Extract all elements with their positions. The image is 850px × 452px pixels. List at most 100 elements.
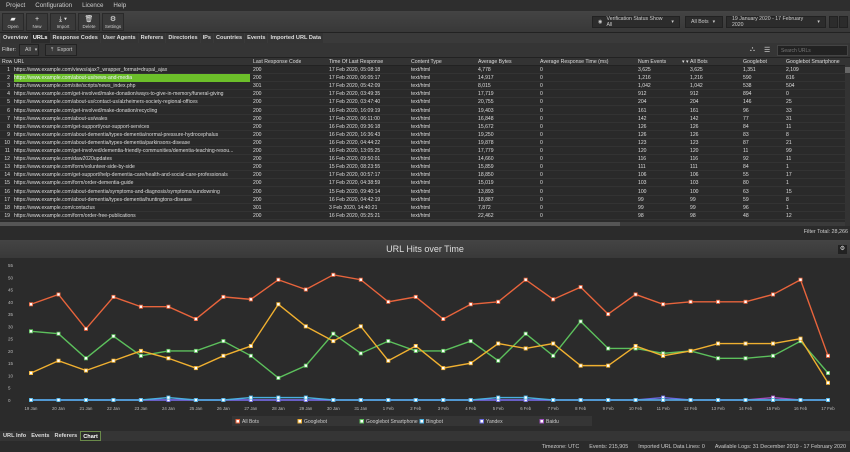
table-row[interactable]: 7 https://www.example.com/about-us/wales 2… <box>0 114 845 123</box>
column-menu-icon[interactable]: ▾ <box>682 59 685 65</box>
date-range-dropdown[interactable]: 19 January 2020 - 17 February 2020 ▾ <box>726 16 826 28</box>
tab-chart[interactable]: Chart <box>80 431 101 441</box>
list-view-icon[interactable]: ☰ <box>764 46 770 54</box>
table-row[interactable]: 6 https://www.example.com/get-involved/ma… <box>0 106 845 115</box>
table-cell: https://www.example.com/about-us/contact… <box>14 99 198 106</box>
column-header[interactable]: Content Type <box>411 59 442 65</box>
tab-response-codes[interactable]: Response Codes <box>50 33 100 43</box>
column-header[interactable]: Average Bytes <box>478 59 512 65</box>
eye-icon: ◉ <box>598 19 603 25</box>
table-cell: https://www.example.com/get-involved/dem… <box>14 148 234 154</box>
tab-overview[interactable]: Overview <box>1 33 30 43</box>
data-point <box>606 397 611 402</box>
table-row[interactable]: 17 https://www.example.com/about-dementia… <box>0 195 845 204</box>
column-header[interactable]: URL <box>14 59 24 65</box>
menu-project[interactable]: Project <box>6 2 25 9</box>
tab-referers[interactable]: Referers <box>138 33 166 43</box>
table-row[interactable]: 3 https://www.example.com/site/scripts/ne… <box>0 82 845 91</box>
settings-button[interactable]: ⚙ Settings <box>102 13 124 31</box>
tab-events[interactable]: Events <box>245 33 268 43</box>
tab-directories[interactable]: Directories <box>166 33 200 43</box>
table-cell: 0 <box>540 156 543 163</box>
table-cell: 13,893 <box>478 188 494 195</box>
table-cell: 504 <box>786 83 795 90</box>
table-cell: 18,887 <box>478 196 494 203</box>
table-row[interactable]: 5 https://www.example.com/about-us/contac… <box>0 98 845 107</box>
next-range-button[interactable] <box>839 16 848 28</box>
table-cell: 17 <box>786 172 792 179</box>
table-cell: 11 <box>743 148 749 154</box>
tab-user-agents[interactable]: User Agents <box>100 33 138 43</box>
search-urls-input[interactable] <box>777 45 848 56</box>
column-header[interactable]: Googlebot <box>743 59 767 65</box>
table-cell: 123 <box>638 139 647 146</box>
table-cell: 12 <box>4 156 10 163</box>
table-cell: 84 <box>743 164 749 171</box>
table-row[interactable]: 13 https://www.example.com/form/volunteer… <box>0 163 845 172</box>
table-cell: 2,109 <box>786 67 799 73</box>
x-tick-label: 31 Jan <box>354 406 368 411</box>
table-row[interactable]: 9 https://www.example.com/about-dementia/… <box>0 130 845 139</box>
column-menu-icon[interactable]: ▾ <box>686 59 689 65</box>
table-row[interactable]: 10 https://www.example.com/about-dementia… <box>0 138 845 147</box>
table-row[interactable]: 4 https://www.example.com/get-involved/ma… <box>0 90 845 99</box>
tab-url-info[interactable]: URL Info <box>1 431 29 441</box>
column-header[interactable]: Googlebot Smartphone <box>786 59 840 65</box>
menu-licence[interactable]: Licence <box>82 2 103 9</box>
new-button[interactable]: + New <box>26 13 48 31</box>
import-button[interactable]: ⤓ ▾ Import <box>50 13 76 31</box>
bots-dropdown[interactable]: All Bots ▾ <box>685 16 723 28</box>
table-cell: 1,351 <box>743 67 756 73</box>
column-header[interactable]: Last Response Code <box>253 59 301 65</box>
table-row[interactable]: 15 https://www.example.com/form/order-dem… <box>0 179 845 188</box>
tab-referers-bottom[interactable]: Referers <box>52 431 80 441</box>
menu-configuration[interactable]: Configuration <box>35 2 72 9</box>
tree-view-icon[interactable]: ⛬ <box>750 46 755 54</box>
data-point <box>28 371 33 376</box>
table-cell: 301 <box>253 83 262 90</box>
data-point <box>138 397 143 402</box>
tab-countries[interactable]: Countries <box>213 33 245 43</box>
table-cell: 106 <box>638 172 647 179</box>
column-header[interactable]: Row <box>2 59 12 65</box>
table-cell: 126 <box>690 131 699 138</box>
table-cell: https://www.example.com/form/order-demen… <box>14 180 134 187</box>
table-row[interactable]: 12 https://www.example.com/daw2020updates… <box>0 155 845 164</box>
table-row[interactable]: 11 https://www.example.com/get-involved/d… <box>0 147 845 156</box>
table-row[interactable]: 16 https://www.example.com/about-dementia… <box>0 187 845 196</box>
column-header[interactable]: Time Of Last Response <box>329 59 383 65</box>
tab-imported-url-data[interactable]: Imported URL Data <box>268 33 323 43</box>
menu-help[interactable]: Help <box>113 2 126 9</box>
table-row[interactable]: 8 https://www.example.com/get-support/you… <box>0 122 845 131</box>
table-row[interactable]: 2 https://www.example.com/about-us/news-a… <box>0 74 845 83</box>
tab-events-bottom[interactable]: Events <box>29 431 52 441</box>
chart-settings-icon[interactable]: ⚙ <box>838 245 847 254</box>
delete-button[interactable]: 🗑 Delete <box>78 13 100 31</box>
chevron-down-icon: ▾ <box>817 19 820 25</box>
column-header[interactable]: Average Response Time (ms) <box>540 59 609 65</box>
column-header[interactable]: Num Events <box>638 59 666 65</box>
export-button[interactable]: ⤒ Export <box>45 44 77 56</box>
tab-ips[interactable]: IPs <box>200 33 213 43</box>
horizontal-scrollbar[interactable] <box>0 222 845 226</box>
table-cell: 8,015 <box>478 83 491 90</box>
tab-urls[interactable]: URLs <box>30 33 50 43</box>
table-cell: https://www.example.com/get-support/help… <box>14 172 228 179</box>
filter-dropdown[interactable]: All ▾ <box>19 44 39 56</box>
table-row[interactable]: 18 https://www.example.com/contactus 301 3 … <box>0 203 845 212</box>
vertical-scrollbar[interactable] <box>845 58 850 226</box>
open-button[interactable]: ▰ Open <box>2 13 24 31</box>
table-row[interactable]: 1 https://www.example.com/views/ajax?_wra… <box>0 66 845 75</box>
table-cell: text/html <box>411 172 431 179</box>
table-cell: 204 <box>638 99 647 106</box>
filter-label: Filter: <box>2 47 16 53</box>
data-point <box>413 294 418 299</box>
table-cell: https://www.example.com/about-us/wales <box>14 115 108 122</box>
x-tick-label: 28 Jan <box>272 406 286 411</box>
table-row[interactable]: 19 https://www.example.com/form/order-fre… <box>0 211 845 220</box>
column-header[interactable]: All Bots <box>690 59 708 65</box>
table-cell: text/html <box>411 107 431 114</box>
table-row[interactable]: 14 https://www.example.com/get-support/he… <box>0 171 845 180</box>
prev-range-button[interactable] <box>829 16 838 28</box>
verification-status-dropdown[interactable]: ◉ Verification Status Show All ▾ <box>592 16 680 28</box>
